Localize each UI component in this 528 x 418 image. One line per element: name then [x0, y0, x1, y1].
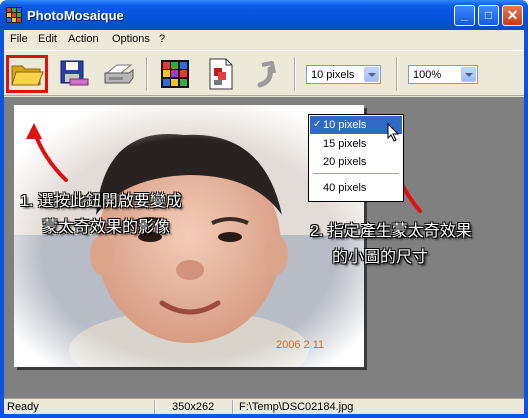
minimize-button[interactable]: _ — [454, 5, 475, 26]
menu-action[interactable]: Action — [68, 33, 99, 45]
zoom-select[interactable]: 100% — [408, 65, 478, 84]
annotation-step1: 1. 選按此鈕開啟要變成 蒙太奇效果的影像 — [20, 189, 182, 241]
undo-icon — [257, 61, 276, 88]
toolbar-separator — [396, 57, 398, 91]
tile-size-value: 10 pixels — [311, 69, 355, 81]
export-pdf-button[interactable] — [200, 55, 242, 93]
annotation-step1-line2: 蒙太奇效果的影像 — [42, 219, 171, 236]
option-label: 15 pixels — [323, 138, 367, 150]
mouse-cursor-icon — [387, 123, 400, 142]
annotation-step2-line1: 2. 指定產生蒙太奇效果 — [310, 223, 472, 240]
app-window: PhotoMosaique _ □ ✕ File Edit Action Opt… — [0, 0, 528, 418]
menu-help[interactable]: ? — [159, 33, 165, 45]
toolbar-separator — [294, 57, 296, 91]
open-folder-icon — [11, 65, 44, 86]
tile-size-option[interactable]: 40 pixels — [310, 179, 402, 197]
title-bar[interactable]: PhotoMosaique _ □ ✕ — [0, 0, 528, 30]
client-area: File Edit Action Options ? 10 pixels 100… — [4, 30, 524, 414]
option-label: 20 pixels — [323, 156, 367, 168]
annotation-step2: 2. 指定產生蒙太奇效果 的小圖的尺寸 — [310, 219, 472, 271]
option-label: 40 pixels — [323, 182, 367, 194]
status-bar: Ready 350x262 F:\Temp\DSC02184.jpg — [4, 398, 524, 414]
mosaic-button[interactable] — [154, 55, 196, 93]
toolbar: 10 pixels 100% — [4, 50, 524, 96]
status-text: Ready — [7, 401, 39, 413]
annotation-step2-line2: 的小圖的尺寸 — [332, 249, 429, 266]
save-icon — [60, 60, 89, 86]
menu-options[interactable]: Options — [112, 33, 150, 45]
tile-size-dropdown[interactable]: ✓ 10 pixels 15 pixels 20 pixels 40 pixel… — [308, 114, 404, 202]
check-icon: ✓ — [313, 119, 322, 130]
save-button[interactable] — [52, 55, 94, 93]
pdf-document-icon — [209, 58, 233, 90]
toolbar-separator — [146, 57, 148, 91]
dropdown-separator — [313, 173, 399, 175]
maximize-button[interactable]: □ — [478, 5, 499, 26]
zoom-value: 100% — [413, 69, 442, 81]
tile-size-option[interactable]: 20 pixels — [310, 153, 402, 171]
print-button[interactable] — [98, 55, 140, 93]
undo-button[interactable] — [244, 55, 286, 93]
chevron-down-icon[interactable] — [364, 67, 379, 82]
open-button[interactable] — [6, 55, 48, 93]
file-path: F:\Temp\DSC02184.jpg — [239, 401, 354, 413]
close-button[interactable]: ✕ — [502, 5, 523, 26]
window-title: PhotoMosaique — [27, 8, 124, 23]
menu-bar: File Edit Action Options ? — [4, 30, 524, 49]
app-mosaic-icon — [6, 7, 22, 23]
mosaic-palette-icon — [161, 60, 189, 88]
tile-size-select[interactable]: 10 pixels — [306, 65, 381, 84]
print-icon — [104, 64, 134, 84]
menu-file[interactable]: File — [10, 33, 28, 45]
status-divider — [154, 400, 156, 414]
menu-edit[interactable]: Edit — [38, 33, 57, 45]
status-divider — [232, 400, 234, 414]
chevron-down-icon[interactable] — [461, 67, 476, 82]
annotation-step1-line1: 1. 選按此鈕開啟要變成 — [20, 193, 182, 210]
image-canvas[interactable]: 2006 2 11 1. 選按此鈕開啟要變成 蒙太奇效果的影像 2. 指定產生蒙… — [4, 97, 524, 398]
option-label: 10 pixels — [323, 119, 367, 131]
